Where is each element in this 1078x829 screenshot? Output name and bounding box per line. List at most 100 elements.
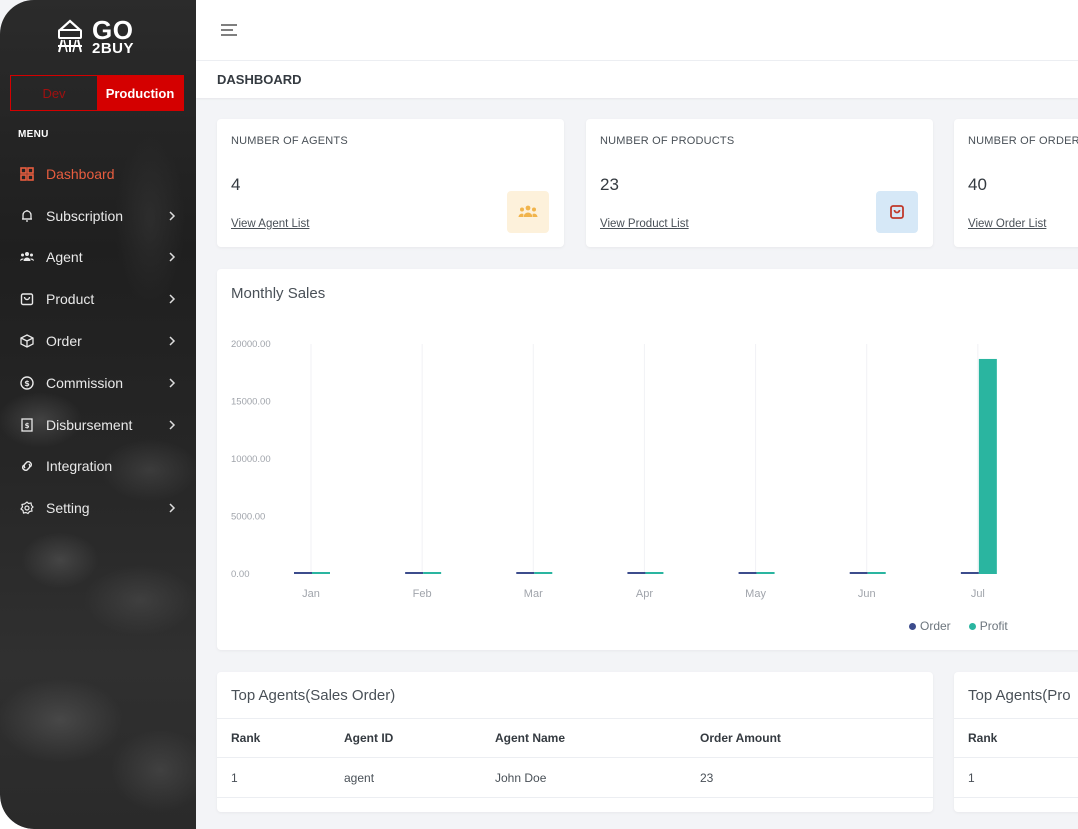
sidebar-item-disbursement[interactable]: $ Disbursement	[0, 404, 196, 446]
svg-text:$: $	[25, 422, 30, 430]
top-agents-profit-card: Top Agents(Pro Rank 1	[954, 672, 1078, 812]
table-title: Top Agents(Pro	[968, 687, 1071, 704]
brand-logo[interactable]: GO 2BUY	[52, 16, 134, 56]
chevron-right-icon	[169, 420, 176, 430]
sidebar-item-setting[interactable]: Setting	[0, 487, 196, 529]
bar-profit	[645, 572, 664, 574]
sidebar-item-order[interactable]: Order	[0, 320, 196, 362]
table-row: 1	[954, 758, 1078, 798]
x-tick-label: Jan	[302, 588, 320, 600]
sidebar-item-label: Commission	[46, 374, 124, 391]
stat-card-agents: NUMBER OF AGENTS 4 View Agent List	[217, 119, 564, 247]
chevron-right-icon	[169, 378, 176, 388]
shopping-bag-icon	[20, 292, 34, 306]
sidebar-item-subscription[interactable]: Subscription	[0, 195, 196, 237]
chevron-right-icon	[169, 503, 176, 513]
sidebar-item-agent[interactable]: Agent	[0, 237, 196, 279]
topbar	[196, 0, 1078, 61]
sidebar-item-dashboard[interactable]: Dashboard	[0, 153, 196, 195]
monthly-sales-chart: 20000.00 15000.00 10000.00 5000.00 0.00 Jan Fe…	[231, 339, 997, 600]
menu-title: MENU	[18, 129, 49, 140]
env-dev-button[interactable]: Dev	[11, 76, 97, 110]
sidebar-item-label: Dashboard	[46, 165, 115, 182]
stat-value: 4	[231, 175, 241, 194]
link-icon	[20, 459, 34, 473]
stat-card-products: NUMBER OF PRODUCTS 23 View Product List	[586, 119, 933, 247]
monthly-sales-card: Monthly Sales 20000.00 15000.00 10000.00 50…	[217, 269, 1078, 650]
bar-profit	[978, 358, 997, 574]
menu-toggle-icon[interactable]	[221, 24, 237, 36]
sidebar-item-label: Product	[46, 291, 95, 308]
column-header-order-amount: Order Amount	[700, 731, 781, 745]
env-production-button[interactable]: Production	[97, 76, 183, 110]
receipt-icon: $	[20, 418, 34, 432]
sidebar-item-product[interactable]: Product	[0, 278, 196, 320]
bar-order	[516, 572, 535, 574]
y-tick-label: 15000.00	[231, 397, 271, 408]
dashboard-icon	[20, 167, 34, 181]
page-title-bar: DASHBOARD	[196, 61, 1078, 98]
x-tick-label: Jun	[858, 588, 876, 600]
y-tick-label: 0.00	[231, 569, 250, 580]
sidebar-nav: Dashboard Subscription Agent Product Ord…	[0, 153, 196, 529]
users-icon	[507, 191, 549, 233]
chevron-right-icon	[169, 211, 176, 221]
sidebar-item-label: Order	[46, 333, 82, 350]
view-order-list-link[interactable]: View Order List	[968, 218, 1046, 230]
environment-switch: Dev Production	[10, 75, 184, 111]
logo-buy-text: 2BUY	[92, 39, 135, 57]
bar-profit	[867, 572, 886, 574]
legend-swatch-profit	[968, 622, 976, 630]
table-header: Rank	[954, 718, 1078, 758]
package-icon	[20, 334, 34, 348]
sidebar-item-label: Integration	[46, 458, 113, 475]
stat-value: 40	[968, 175, 987, 194]
view-agent-list-link[interactable]: View Agent List	[231, 218, 309, 230]
sidebar-item-label: Setting	[46, 500, 90, 517]
sidebar-item-label: Subscription	[46, 207, 124, 224]
table-title: Top Agents(Sales Order)	[231, 687, 396, 704]
stat-card-orders: NUMBER OF ORDER 40 View Order List	[954, 119, 1078, 247]
y-tick-label: 20000.00	[231, 339, 271, 350]
x-tick-label: May	[745, 588, 766, 600]
stat-label: NUMBER OF PRODUCTS	[600, 135, 735, 147]
bar-order	[738, 572, 757, 574]
stat-label: NUMBER OF AGENTS	[231, 135, 348, 147]
shopping-bag-icon	[876, 191, 918, 233]
table-row: 1 agent John Doe 23	[217, 758, 933, 798]
sidebar-item-commission[interactable]: $ Commission	[0, 362, 196, 404]
bar-profit	[423, 572, 442, 574]
bar-order	[960, 572, 979, 574]
cell-order-amount: 23	[700, 770, 714, 785]
legend-item-profit[interactable]: Profit	[968, 619, 1008, 633]
bar-profit	[312, 572, 330, 574]
x-tick-label: Feb	[413, 588, 432, 600]
legend-swatch-order	[909, 622, 916, 630]
legend-item-order[interactable]: Order	[909, 619, 951, 633]
logo-mark-icon	[58, 19, 82, 53]
column-header-agent-name: Agent Name	[495, 731, 566, 745]
logo-go-text: GO	[92, 14, 134, 45]
x-tick-label: Mar	[524, 588, 543, 600]
bar-order	[849, 572, 868, 574]
chevron-right-icon	[169, 252, 176, 263]
page-title: DASHBOARD	[217, 72, 302, 87]
y-tick-label: 5000.00	[231, 512, 265, 523]
y-tick-label: 10000.00	[231, 454, 271, 465]
bar-order	[294, 572, 312, 574]
column-header-agent-id: Agent ID	[344, 731, 394, 745]
bar-profit	[534, 572, 553, 574]
sidebar-item-integration[interactable]: Integration	[0, 446, 196, 488]
chevron-right-icon	[169, 336, 176, 346]
view-product-list-link[interactable]: View Product List	[600, 218, 689, 230]
top-agents-sales-card: Top Agents(Sales Order) Rank Agent ID Ag…	[217, 672, 933, 812]
cell-agent-name: John Doe	[495, 770, 547, 785]
sidebar-item-label: Agent	[46, 249, 83, 266]
bar-order	[627, 572, 646, 574]
bar-profit	[756, 572, 775, 574]
cell-rank: 1	[231, 770, 238, 785]
x-tick-label: Jul	[971, 588, 985, 600]
dollar-circle-icon: $	[20, 376, 34, 390]
stat-value: 23	[600, 175, 619, 194]
legend-label: Profit	[979, 619, 1008, 633]
